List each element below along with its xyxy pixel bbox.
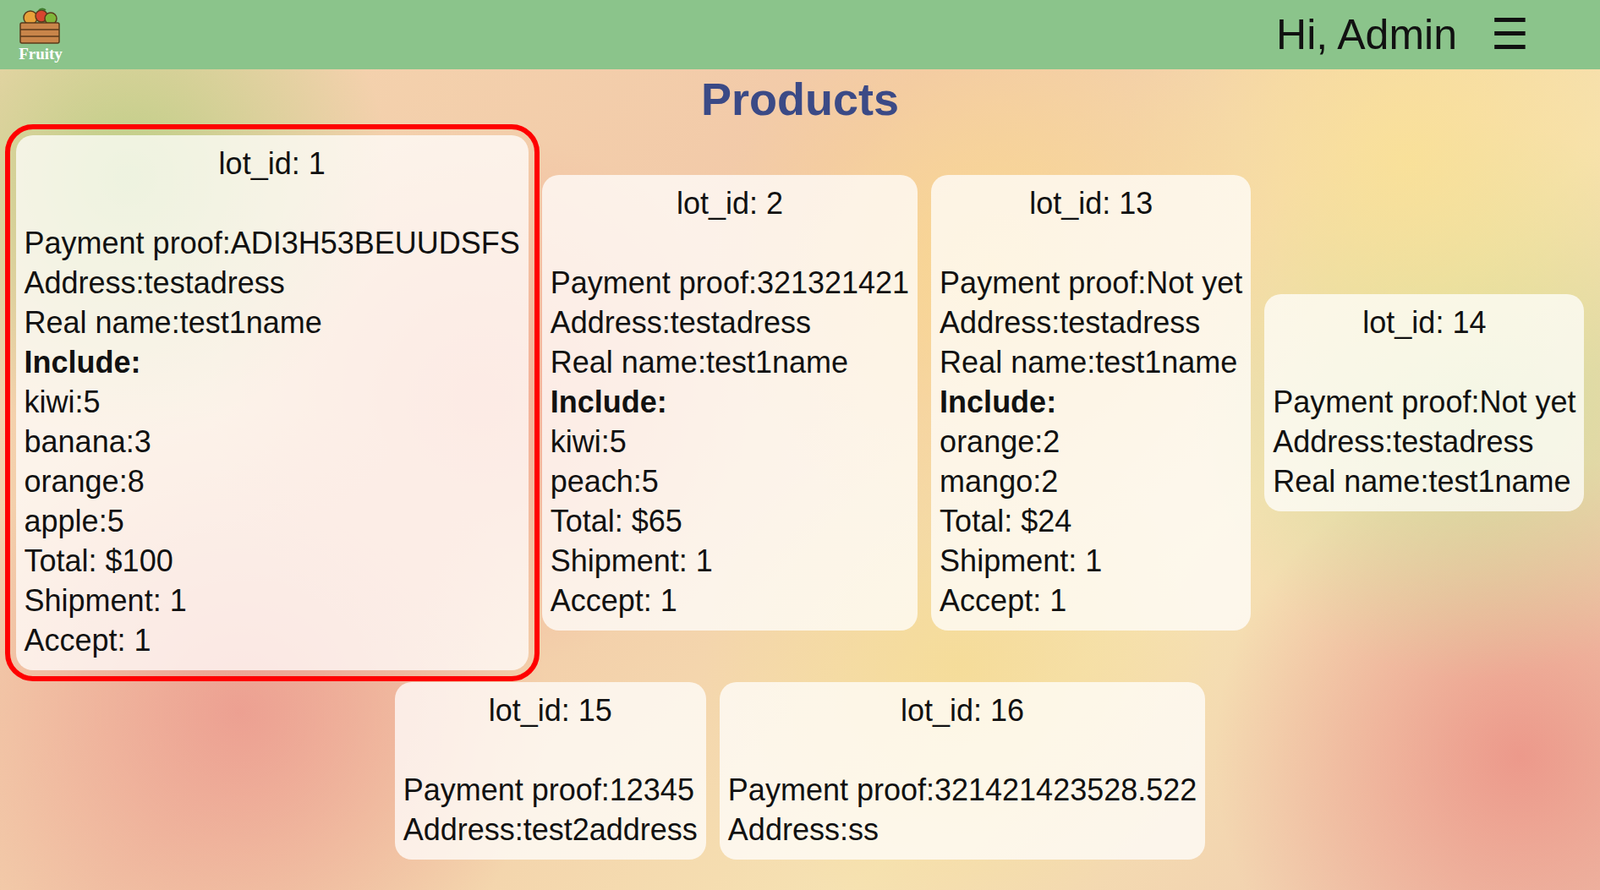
lot-summary: Accept: 1 bbox=[939, 580, 1243, 621]
lot-id: lot_id: 16 bbox=[728, 690, 1197, 731]
lot-field: Payment proof:12345 bbox=[403, 770, 698, 811]
include-label: Include: bbox=[939, 382, 1243, 422]
lot-item: orange:8 bbox=[24, 461, 521, 502]
page-title: Products bbox=[0, 72, 1600, 126]
lot-field: Address:testadress bbox=[550, 302, 910, 343]
lot-id: lot_id: 2 bbox=[550, 183, 910, 224]
lot-card[interactable]: lot_id: 15 Payment proof:12345Address:tes… bbox=[394, 682, 707, 861]
lot-card[interactable]: lot_id: 14 Payment proof:Not yetAddress:t… bbox=[1264, 294, 1584, 512]
lot-item: banana:3 bbox=[24, 421, 521, 462]
lot-summary: Shipment: 1 bbox=[939, 541, 1243, 581]
lot-field: Address:testadress bbox=[24, 263, 521, 303]
lot-field: Address:testadress bbox=[1272, 421, 1576, 462]
lot-item: apple:5 bbox=[24, 501, 521, 542]
lot-field: Payment proof:ADI3H53BEUUDSFS bbox=[24, 223, 521, 264]
lot-card[interactable]: lot_id: 16 Payment proof:321421423528.522… bbox=[719, 682, 1206, 861]
lot-field: Address:ss bbox=[728, 810, 1197, 850]
lot-card[interactable]: lot_id: 2 Payment proof:321321421Address:… bbox=[542, 175, 918, 631]
lot-id: lot_id: 15 bbox=[403, 690, 698, 731]
lot-summary: Shipment: 1 bbox=[24, 580, 521, 621]
lot-field: Payment proof:Not yet bbox=[939, 263, 1243, 303]
include-label: Include: bbox=[550, 382, 910, 422]
lot-item: kiwi:5 bbox=[24, 382, 521, 422]
lot-item: peach:5 bbox=[550, 461, 910, 502]
lot-summary: Total: $24 bbox=[939, 501, 1243, 542]
lot-field: Payment proof:321321421 bbox=[550, 263, 910, 303]
lot-summary: Accept: 1 bbox=[550, 580, 910, 621]
lot-field: Address:test2address bbox=[403, 810, 698, 850]
lot-card[interactable]: lot_id: 1 Payment proof:ADI3H53BEUUDSFSAd… bbox=[16, 135, 529, 671]
lot-field: Real name:test1name bbox=[939, 342, 1243, 383]
logo[interactable]: Fruity bbox=[13, 7, 68, 62]
lot-id: lot_id: 14 bbox=[1272, 302, 1576, 343]
lot-field: Payment proof:Not yet bbox=[1272, 382, 1576, 422]
lot-field: Real name:test1name bbox=[1272, 461, 1576, 502]
greeting: Hi, Admin bbox=[1276, 9, 1458, 61]
fruit-crate-icon bbox=[13, 7, 66, 45]
lot-summary: Shipment: 1 bbox=[550, 541, 910, 581]
lot-item: kiwi:5 bbox=[550, 421, 910, 462]
lot-summary: Total: $100 bbox=[24, 541, 521, 581]
logo-text[interactable]: Fruity bbox=[13, 45, 68, 62]
lot-id: lot_id: 1 bbox=[24, 143, 521, 184]
include-label: Include: bbox=[24, 342, 521, 383]
top-bar: Fruity Hi, Admin ☰ bbox=[0, 0, 1600, 70]
menu-icon[interactable]: ☰ bbox=[1490, 9, 1529, 61]
lot-card[interactable]: lot_id: 13 Payment proof:Not yetAddress:t… bbox=[931, 175, 1251, 631]
lot-summary: Accept: 1 bbox=[24, 620, 521, 661]
lot-id: lot_id: 13 bbox=[939, 183, 1243, 224]
lot-summary: Total: $65 bbox=[550, 501, 910, 542]
lot-field: Real name:test1name bbox=[24, 302, 521, 343]
lot-field: Address:testadress bbox=[939, 302, 1243, 343]
lot-field: Payment proof:321421423528.522 bbox=[728, 770, 1197, 811]
page: Fruity Hi, Admin ☰ Products lot_id: 1 Pay… bbox=[0, 0, 1600, 890]
lot-list: lot_id: 1Payment proof:ADI3H53BEUUDSFSAd… bbox=[0, 135, 1600, 861]
lot-item: orange:2 bbox=[939, 421, 1243, 462]
lot-item: mango:2 bbox=[939, 461, 1243, 502]
lot-field: Real name:test1name bbox=[550, 342, 910, 383]
